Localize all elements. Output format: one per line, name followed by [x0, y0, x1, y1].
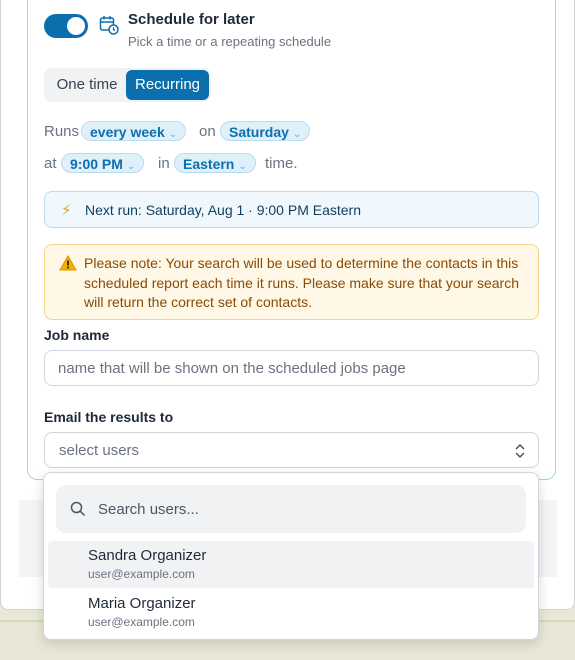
next-run-banner: ⚡ Next run: Saturday, Aug 1 · 9:00 PM Ea…	[44, 191, 539, 228]
warning-icon	[59, 255, 77, 271]
day-select[interactable]: Saturday ⌄	[220, 121, 311, 141]
schedule-toggle[interactable]	[44, 14, 88, 38]
in-label: in	[158, 155, 170, 172]
user-dropdown: Sandra Organizer user@example.com Maria …	[43, 472, 539, 640]
next-run-text: Next run: Saturday, Aug 1 · 9:00 PM East…	[85, 202, 361, 218]
user-option-email: user@example.com	[88, 567, 195, 581]
schedule-title: Schedule for later	[128, 11, 255, 28]
user-select-placeholder: select users	[59, 442, 140, 459]
chevron-down-icon: ⌄	[126, 161, 136, 172]
time-select[interactable]: 9:00 PM ⌄	[61, 153, 145, 173]
on-label: on	[199, 123, 216, 140]
chevron-down-icon: ⌄	[168, 129, 178, 140]
recurring-button[interactable]: Recurring	[126, 70, 209, 100]
toggle-knob	[67, 17, 85, 35]
at-label: at	[44, 155, 57, 172]
runs-label: Runs	[44, 123, 80, 140]
job-name-input[interactable]	[44, 350, 539, 386]
mode-segmented-control: One time Recurring	[44, 68, 211, 102]
day-value: Saturday	[229, 124, 289, 140]
timezone-value: Eastern	[183, 156, 235, 172]
chevron-down-icon: ⌄	[238, 161, 247, 172]
frequency-value: every week	[90, 124, 165, 140]
dropdown-search-box	[56, 485, 526, 533]
search-icon	[70, 501, 86, 517]
email-results-label: Email the results to	[44, 409, 174, 425]
user-search-input[interactable]	[96, 485, 516, 533]
chevron-up-down-icon	[515, 443, 525, 459]
calendar-clock-icon	[99, 16, 119, 35]
search-note: Please note: Your search will be used to…	[44, 244, 539, 320]
timezone-select[interactable]: Eastern ⌄	[174, 153, 256, 173]
note-text: Please note: Your search will be used to…	[84, 255, 519, 310]
chevron-down-icon: ⌄	[292, 129, 302, 140]
schedule-subtitle: Pick a time or a repeating schedule	[128, 34, 332, 49]
user-option[interactable]: Sandra Organizer user@example.com	[48, 541, 534, 588]
job-name-label: Job name	[44, 327, 110, 343]
frequency-select[interactable]: every week ⌄	[81, 121, 187, 141]
time-suffix: time.	[265, 155, 298, 172]
time-value: 9:00 PM	[70, 156, 123, 172]
lightning-icon: ⚡	[61, 202, 72, 219]
user-option-name: Sandra Organizer	[88, 547, 207, 564]
one-time-button[interactable]: One time	[46, 70, 128, 100]
user-select[interactable]: select users	[44, 432, 539, 468]
user-option-name: Maria Organizer	[88, 595, 196, 612]
user-option[interactable]: Maria Organizer user@example.com	[48, 589, 534, 636]
user-option-email: user@example.com	[88, 615, 195, 629]
